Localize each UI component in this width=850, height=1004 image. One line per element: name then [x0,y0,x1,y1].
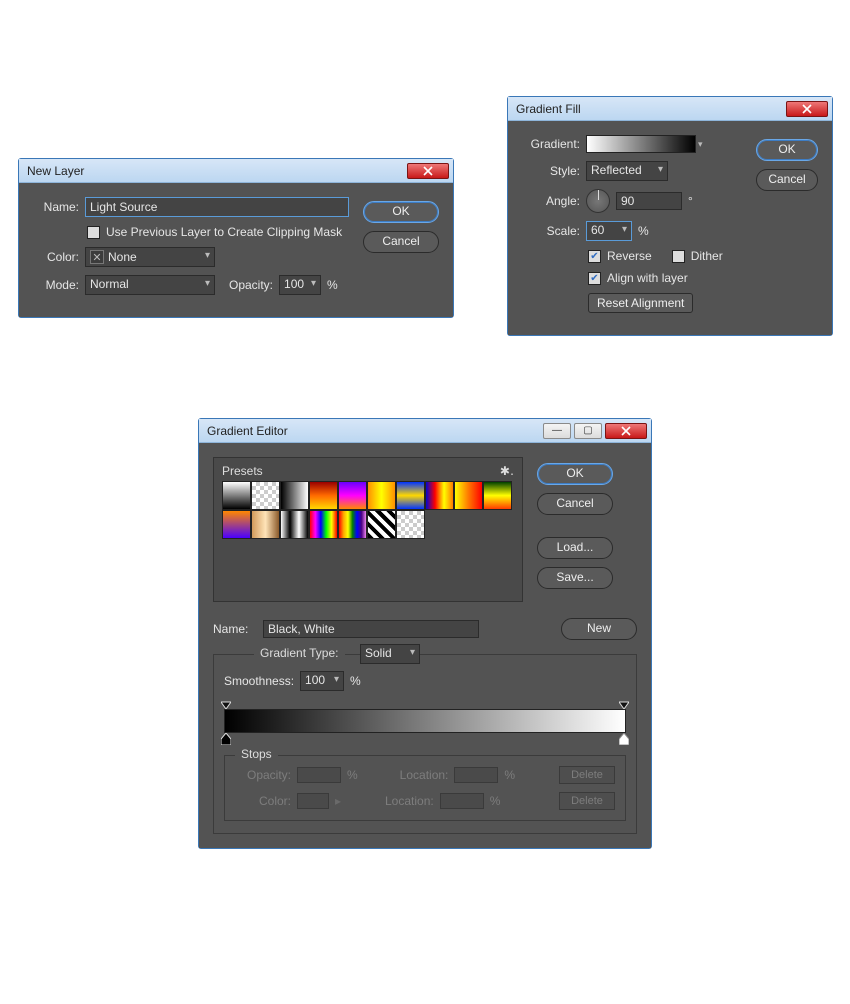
angle-input[interactable] [616,192,682,210]
maximize-icon[interactable]: ▢ [574,423,602,439]
close-icon[interactable] [786,101,828,117]
preset-swatch[interactable] [338,481,367,510]
gradient-editor-titlebar[interactable]: Gradient Editor — ▢ [199,419,651,443]
reverse-checkbox[interactable]: ✔ [588,250,601,263]
stop-opacity-input [297,767,341,783]
layer-name-input[interactable] [85,197,349,217]
clip-mask-label: Use Previous Layer to Create Clipping Ma… [106,225,342,239]
preset-swatch[interactable] [309,481,338,510]
preset-swatch[interactable] [338,510,367,539]
stop-location-label-2: Location: [385,794,434,808]
scale-input[interactable]: 60 [586,221,632,241]
color-label: Color: [33,250,79,264]
mode-label: Mode: [33,278,79,292]
preset-swatch[interactable] [396,481,425,510]
angle-label: Angle: [522,194,580,208]
reset-alignment-button[interactable]: Reset Alignment [588,293,693,313]
name-label: Name: [213,622,257,636]
gradient-ramp[interactable] [224,709,626,733]
gradient-fill-title: Gradient Fill [516,102,786,116]
stop-location-input-2 [440,793,484,809]
gradient-preview[interactable] [586,135,703,153]
cancel-button[interactable]: Cancel [537,493,613,515]
delete-opacity-stop-button: Delete [559,766,615,784]
opacity-stop-right[interactable] [619,699,629,709]
gradient-name-input[interactable] [263,620,479,638]
minimize-icon[interactable]: — [543,423,571,439]
preset-swatch[interactable] [309,510,338,539]
gear-icon[interactable]: ✱․ [500,464,514,478]
ok-button[interactable]: OK [756,139,818,161]
presets-panel: Presets ✱․ [213,457,523,602]
style-label: Style: [522,164,580,178]
align-checkbox[interactable]: ✔ [588,272,601,285]
stop-opacity-label: Opacity: [235,768,291,782]
pct-label: % [638,224,649,238]
close-icon[interactable] [407,163,449,179]
dither-label: Dither [691,249,723,263]
delete-color-stop-button: Delete [559,792,615,810]
preset-swatches [222,481,514,539]
cancel-button[interactable]: Cancel [756,169,818,191]
ok-button[interactable]: OK [363,201,439,223]
save-button[interactable]: Save... [537,567,613,589]
preset-swatch[interactable] [222,481,251,510]
scale-label: Scale: [522,224,580,238]
preset-swatch[interactable] [222,510,251,539]
stop-color-swatch [297,793,329,809]
stop-color-label: Color: [235,794,291,808]
preset-swatch[interactable] [454,481,483,510]
opacity-label: Opacity: [229,278,273,292]
preset-swatch[interactable] [367,510,396,539]
stop-location-input [454,767,498,783]
reverse-label: Reverse [607,249,652,263]
preset-swatch[interactable] [425,481,454,510]
close-icon[interactable] [605,423,647,439]
preset-swatch[interactable] [251,481,280,510]
angle-dial[interactable] [586,189,610,213]
gradient-label: Gradient: [522,137,580,151]
pct-label: % [327,278,338,292]
gradient-type-label: Gradient Type: [254,646,345,660]
color-stop-left[interactable] [221,733,231,745]
blend-mode-select[interactable]: Normal [85,275,215,295]
smoothness-input[interactable]: 100 [300,671,344,691]
smoothness-label: Smoothness: [224,674,294,688]
load-button[interactable]: Load... [537,537,613,559]
new-button[interactable]: New [561,618,637,640]
align-label: Align with layer [607,271,688,285]
gradient-swatch-icon [586,135,696,153]
preset-swatch[interactable] [367,481,396,510]
stops-label: Stops [235,747,278,761]
color-stop-right[interactable] [619,733,629,745]
gradient-type-select[interactable]: Solid [360,644,420,664]
new-layer-title: New Layer [27,164,407,178]
ok-button[interactable]: OK [537,463,613,485]
stop-location-label: Location: [400,768,449,782]
new-layer-titlebar[interactable]: New Layer [19,159,453,183]
presets-label: Presets [222,464,263,478]
cancel-button[interactable]: Cancel [363,231,439,253]
dither-checkbox[interactable] [672,250,685,263]
clip-mask-checkbox[interactable] [87,226,100,239]
preset-swatch[interactable] [483,481,512,510]
style-select[interactable]: Reflected [586,161,668,181]
preset-swatch[interactable] [251,510,280,539]
none-icon: ✕ [90,250,104,264]
name-label: Name: [33,200,79,214]
gradient-editor-title: Gradient Editor [207,424,543,438]
color-select[interactable]: ✕ None [85,247,215,267]
opacity-input[interactable]: 100 [279,275,321,295]
opacity-stop-left[interactable] [221,699,231,709]
degree-label: ° [688,194,693,208]
preset-swatch[interactable] [280,510,309,539]
preset-swatch[interactable] [396,510,425,539]
preset-swatch[interactable] [280,481,309,510]
gradient-fill-titlebar[interactable]: Gradient Fill [508,97,832,121]
pct-label: % [350,674,361,688]
